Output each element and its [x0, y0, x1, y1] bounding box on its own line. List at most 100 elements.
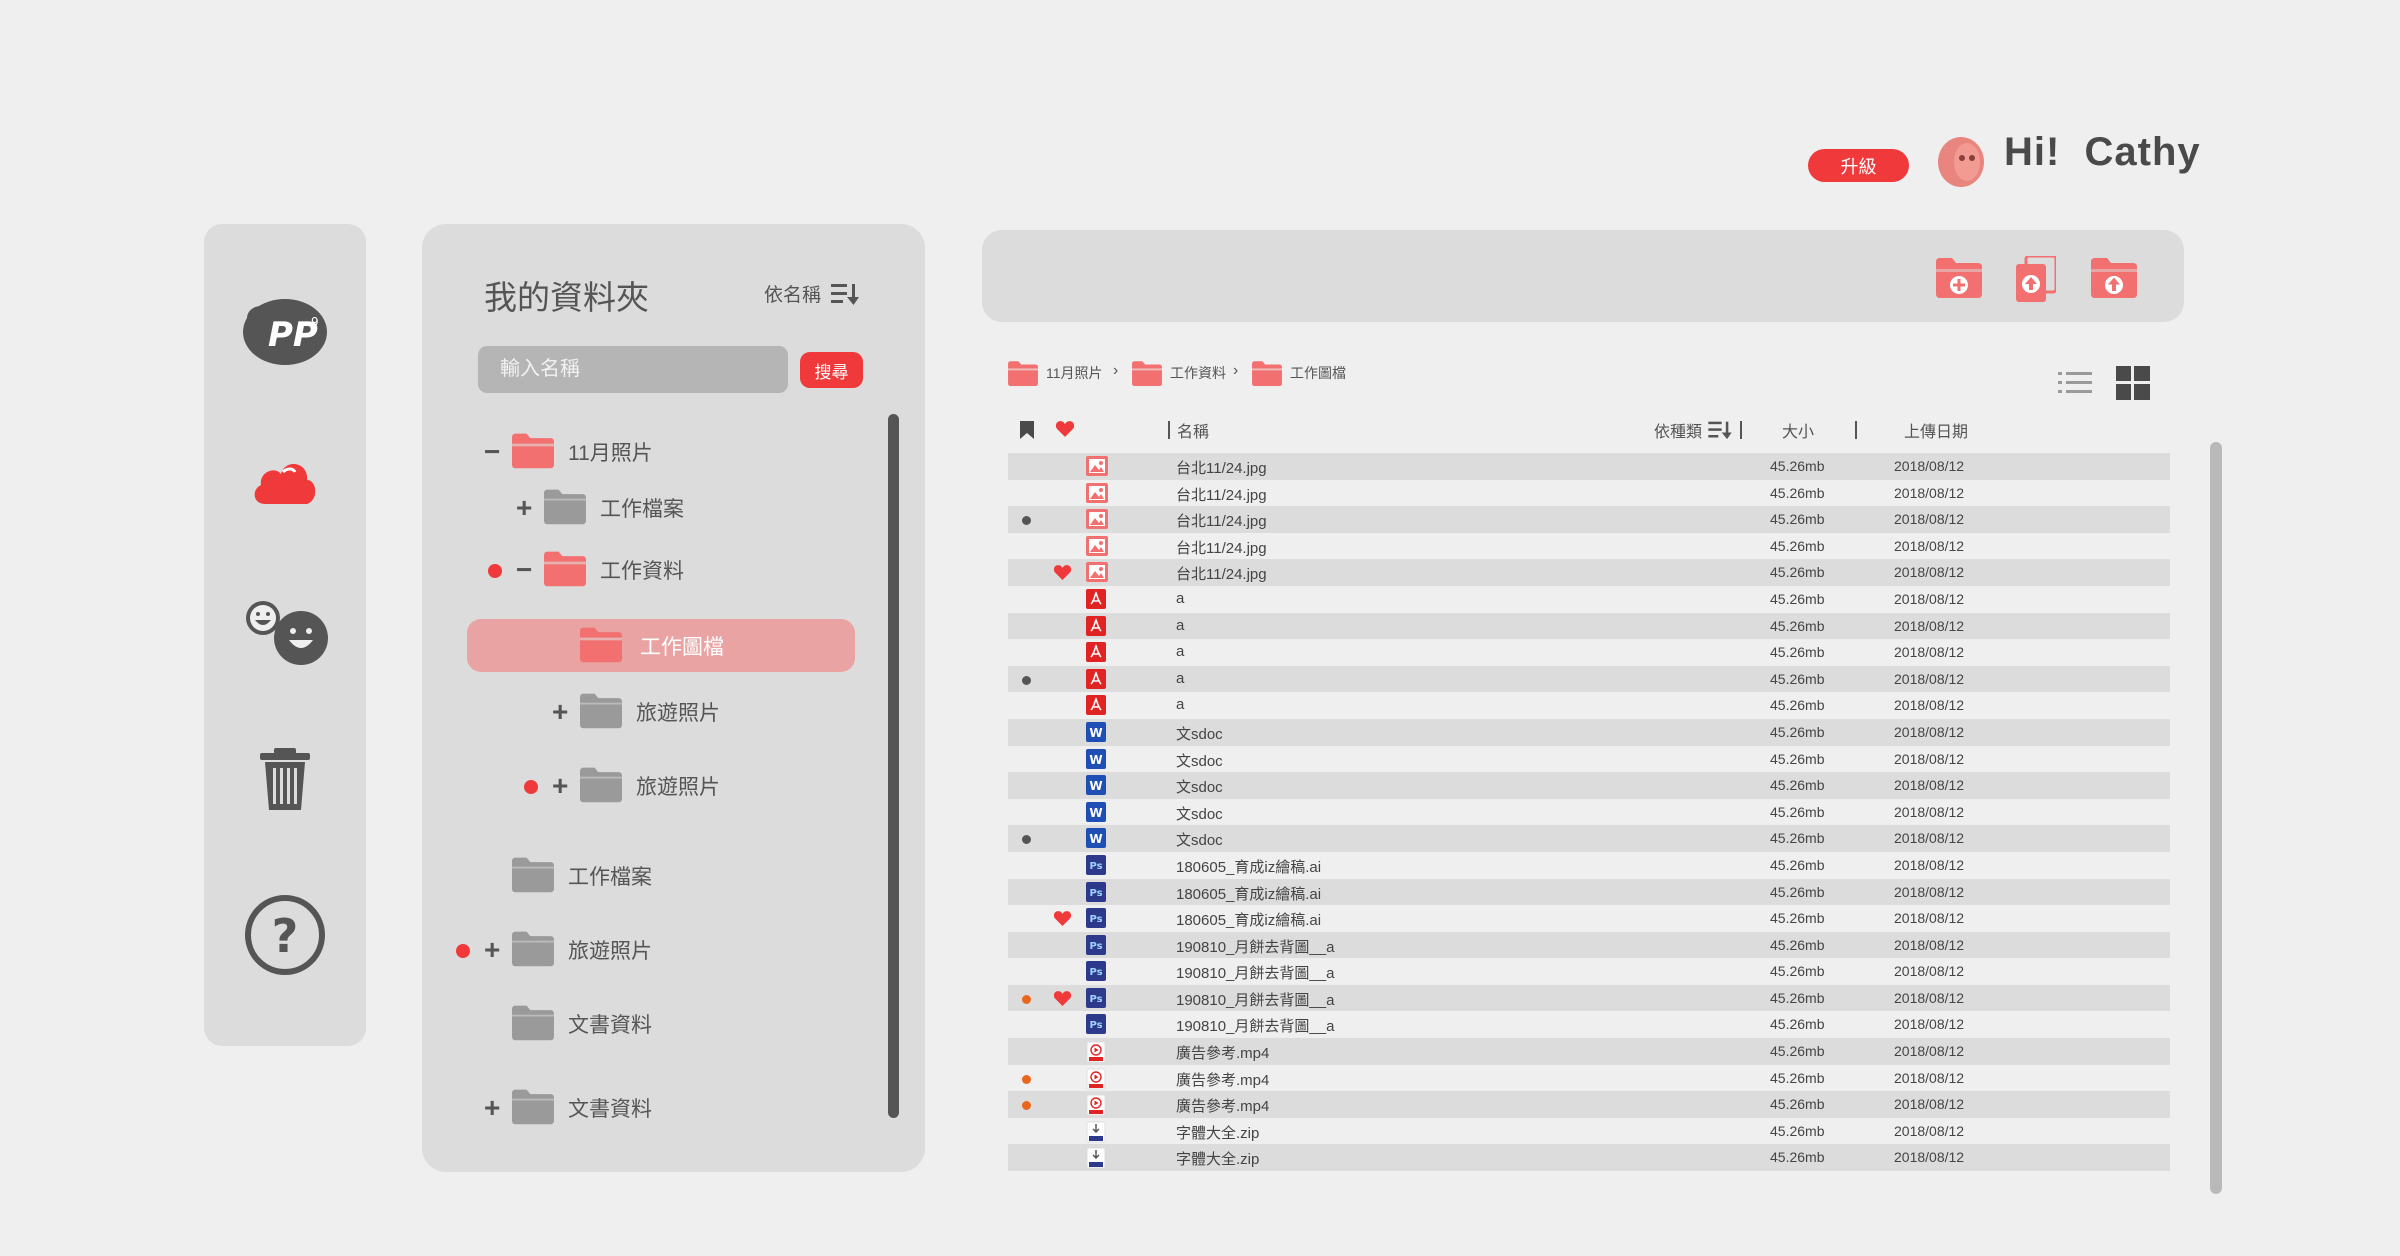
chevron-right-icon: › — [1233, 362, 1239, 379]
expand-icon[interactable]: + — [484, 1094, 500, 1122]
table-row[interactable]: 字體大全.zip 45.26mb 2018/08/12 — [1008, 1118, 2170, 1145]
word-file-icon: W — [1086, 721, 1106, 746]
table-row[interactable]: Ps 190810_月餅去背圖__a 45.26mb 2018/08/12 — [1008, 931, 2170, 959]
file-list-scrollbar[interactable] — [2210, 442, 2222, 1194]
file-name: a — [1176, 616, 1185, 634]
table-row[interactable]: Ps 190810_月餅去背圖__a 45.26mb 2018/08/12 — [1008, 958, 2170, 985]
tree-item[interactable]: 旅遊照片 — [580, 690, 720, 734]
date-column-header[interactable]: 上傳日期 — [1904, 418, 1968, 442]
upgrade-button[interactable]: 升級 — [1808, 149, 1909, 182]
expand-icon[interactable]: + — [552, 698, 568, 726]
image-file-icon — [1086, 456, 1108, 480]
table-row[interactable]: a 45.26mb 2018/08/12 — [1008, 665, 2170, 693]
type-sort-header[interactable]: 依種類 — [1654, 418, 1732, 442]
heart-icon[interactable] — [1053, 565, 1072, 584]
tree-status-dot — [488, 564, 502, 578]
expand-icon[interactable]: + — [484, 936, 500, 964]
tree-item[interactable]: 工作資料 — [544, 548, 684, 592]
tree-item[interactable]: 工作檔案 — [512, 854, 652, 898]
trash-icon[interactable] — [204, 748, 366, 810]
file-name: 字體大全.zip — [1176, 1151, 1260, 1169]
help-icon[interactable]: ? — [204, 894, 366, 976]
file-size: 45.26mb — [1770, 883, 1825, 900]
expand-icon[interactable]: + — [552, 772, 568, 800]
folder-search-input[interactable] — [478, 346, 788, 393]
table-row[interactable]: 台北11/24.jpg 45.26mb 2018/08/12 — [1008, 559, 2170, 586]
upload-file-button[interactable] — [2016, 254, 2058, 307]
table-row[interactable]: 台北11/24.jpg 45.26mb 2018/08/12 — [1008, 506, 2170, 533]
image-file-icon — [1086, 509, 1108, 533]
upload-date: 2018/08/12 — [1894, 777, 1965, 794]
tree-item[interactable]: 工作檔案 — [544, 486, 684, 530]
sort-label: 依名稱 — [764, 285, 822, 306]
tree-item[interactable]: 旅遊照片 — [512, 928, 652, 972]
image-file-icon — [1086, 535, 1108, 560]
list-view-button[interactable] — [2058, 370, 2092, 401]
folder-add-icon — [1936, 258, 1982, 298]
folder-icon — [512, 1003, 554, 1046]
table-row[interactable]: Ps 180605_育成iz繪稿.ai 45.26mb 2018/08/12 — [1008, 905, 2170, 932]
folder-icon — [580, 765, 622, 808]
table-row[interactable]: 台北11/24.jpg 45.26mb 2018/08/12 — [1008, 533, 2170, 560]
upload-date: 2018/08/12 — [1894, 883, 1965, 900]
upload-date: 2018/08/12 — [1894, 564, 1965, 581]
tree-item[interactable]: 工作圖檔 — [580, 624, 724, 668]
image-file-icon — [1086, 482, 1108, 507]
table-row[interactable]: a 45.26mb 2018/08/12 — [1008, 586, 2170, 613]
file-name: 文sdoc — [1176, 832, 1223, 850]
user-avatar[interactable] — [1936, 136, 1986, 188]
file-size: 45.26mb — [1770, 1043, 1825, 1060]
app-logo-icon[interactable]: PP 9 — [204, 296, 366, 366]
table-row[interactable]: 廣告參考.mp4 45.26mb 2018/08/12 — [1008, 1091, 2170, 1118]
status-dot — [1022, 675, 1031, 685]
tree-status-dot — [456, 944, 470, 958]
table-row[interactable]: 字體大全.zip 45.26mb 2018/08/12 — [1008, 1144, 2170, 1172]
table-row[interactable]: 台北11/24.jpg 45.26mb 2018/08/12 — [1008, 480, 2170, 507]
table-row[interactable]: W 文sdoc 45.26mb 2018/08/12 — [1008, 799, 2170, 826]
search-button[interactable]: 搜尋 — [800, 352, 863, 388]
friends-icon[interactable] — [204, 600, 366, 666]
table-row[interactable]: 廣告參考.mp4 45.26mb 2018/08/12 — [1008, 1065, 2170, 1092]
pdf-file-icon — [1086, 615, 1106, 640]
expand-icon[interactable]: + — [516, 494, 532, 522]
heart-icon[interactable] — [1053, 911, 1072, 930]
sort-by-name-button[interactable]: 依名稱 — [764, 280, 860, 307]
pdf-file-icon — [1086, 695, 1106, 719]
name-column-header[interactable]: 名稱 — [1177, 418, 1209, 442]
table-row[interactable]: 廣告參考.mp4 45.26mb 2018/08/12 — [1008, 1038, 2170, 1065]
bookmark-column-icon[interactable] — [1020, 421, 1034, 444]
size-column-header[interactable]: 大小 — [1782, 418, 1814, 442]
heart-icon[interactable] — [1053, 990, 1072, 1010]
collapse-icon[interactable]: − — [484, 438, 500, 466]
upload-folder-button[interactable] — [2091, 256, 2137, 303]
grid-view-button[interactable] — [2116, 366, 2150, 405]
table-row[interactable]: a 45.26mb 2018/08/12 — [1008, 692, 2170, 719]
table-row[interactable]: W 文sdoc 45.26mb 2018/08/12 — [1008, 746, 2170, 773]
tree-item[interactable]: 文書資料 — [512, 1002, 652, 1046]
table-row[interactable]: 台北11/24.jpg 45.26mb 2018/08/12 — [1008, 453, 2170, 480]
breadcrumb-item[interactable]: 工作圖檔 — [1252, 360, 1346, 386]
new-folder-button[interactable] — [1936, 256, 1982, 303]
file-name: a — [1176, 669, 1185, 687]
table-row[interactable]: W 文sdoc 45.26mb 2018/08/12 — [1008, 825, 2170, 852]
breadcrumb-item[interactable]: 工作資料 — [1132, 360, 1226, 386]
ps-file-icon: Ps — [1086, 1014, 1106, 1038]
breadcrumb-item[interactable]: 11月照片 — [1008, 360, 1103, 386]
favorite-column-icon[interactable] — [1055, 421, 1075, 442]
tree-item[interactable]: 11月照片 — [512, 430, 653, 474]
table-row[interactable]: Ps 180605_育成iz繪稿.ai 45.26mb 2018/08/12 — [1008, 878, 2170, 906]
tree-item[interactable]: 旅遊照片 — [580, 764, 720, 808]
table-row[interactable]: Ps 190810_月餅去背圖__a 45.26mb 2018/08/12 — [1008, 984, 2170, 1012]
status-dot — [1022, 1101, 1031, 1111]
tree-item[interactable]: 文書資料 — [512, 1086, 652, 1130]
table-row[interactable]: a 45.26mb 2018/08/12 — [1008, 639, 2170, 666]
table-row[interactable]: a 45.26mb 2018/08/12 — [1008, 612, 2170, 640]
table-row[interactable]: Ps 190810_月餅去背圖__a 45.26mb 2018/08/12 — [1008, 1011, 2170, 1038]
collapse-icon[interactable]: − — [516, 556, 532, 584]
tree-scrollbar[interactable] — [888, 414, 899, 1118]
table-row[interactable]: W 文sdoc 45.26mb 2018/08/12 — [1008, 772, 2170, 799]
table-row[interactable]: W 文sdoc 45.26mb 2018/08/12 — [1008, 718, 2170, 746]
table-row[interactable]: Ps 180605_育成iz繪稿.ai 45.26mb 2018/08/12 — [1008, 852, 2170, 879]
cloud-icon[interactable] — [204, 456, 366, 506]
file-size: 45.26mb — [1770, 1096, 1825, 1113]
